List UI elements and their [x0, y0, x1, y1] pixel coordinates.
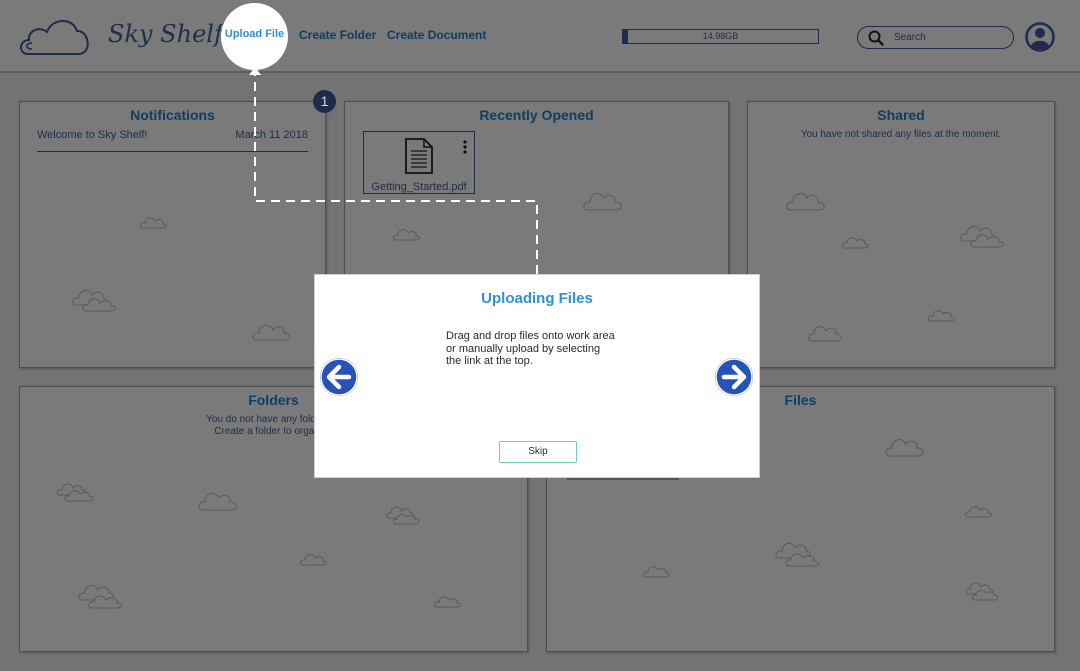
tutorial-title: Uploading Files: [481, 290, 593, 307]
tutorial-dialog: Uploading Files Drag and drop files onto…: [314, 274, 760, 478]
previous-step-button[interactable]: [320, 358, 358, 396]
tutorial-body-line: the link at the top.: [446, 355, 533, 367]
skip-button[interactable]: Skip: [499, 441, 577, 463]
tutorial-body-line: Drag and drop files onto work area: [446, 330, 615, 342]
arrow-right-icon: [715, 358, 753, 396]
tutorial-body: Drag and drop files onto work area or ma…: [446, 330, 646, 368]
arrow-left-icon: [320, 358, 358, 396]
tutorial-body-line: or manually upload by selecting: [446, 342, 601, 355]
next-step-button[interactable]: [715, 358, 753, 396]
